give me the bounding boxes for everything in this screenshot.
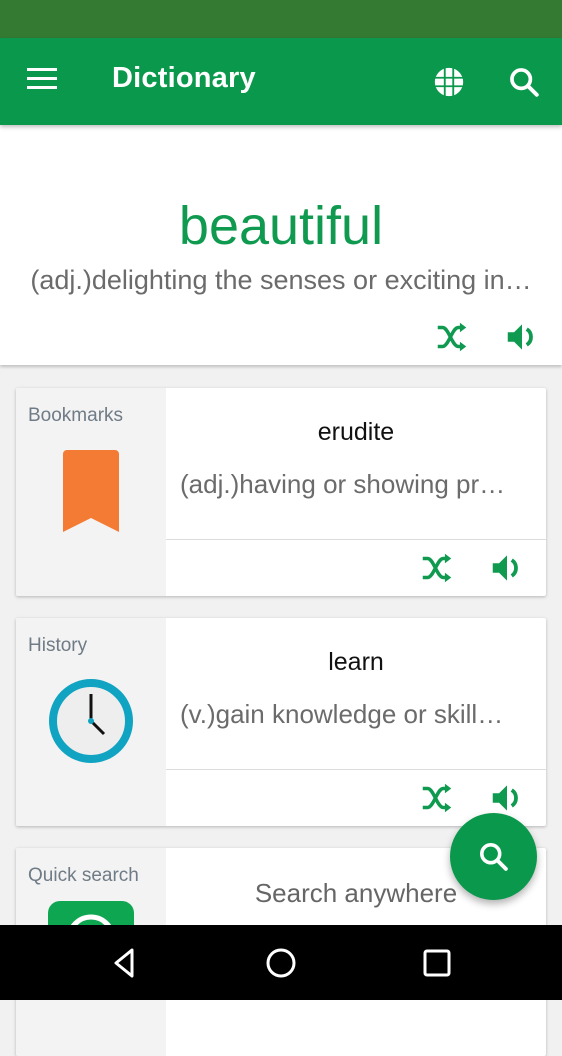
featured-definition: (adj.)delighting the senses or exciting … — [30, 265, 532, 295]
divider — [166, 769, 546, 770]
card-sidebar: History — [16, 618, 166, 826]
featured-word: beautiful — [178, 196, 384, 256]
divider — [166, 539, 546, 540]
card-sidebar: Bookmarks — [16, 388, 166, 596]
app-bar: Dictionary — [0, 38, 562, 125]
back-icon[interactable] — [106, 945, 146, 981]
speaker-icon[interactable] — [488, 549, 526, 587]
app-title: Dictionary — [112, 62, 256, 94]
bookmark-icon — [63, 450, 119, 532]
globe-icon[interactable] — [432, 65, 466, 99]
card-definition: (adj.)having or showing pr… — [180, 469, 506, 499]
card-label: Bookmarks — [28, 405, 124, 426]
status-bar — [0, 0, 562, 38]
card-word: erudite — [317, 418, 395, 446]
menu-icon[interactable] — [27, 68, 59, 94]
shuffle-icon[interactable] — [418, 779, 456, 817]
search-fab[interactable] — [450, 813, 537, 900]
speaker-icon[interactable] — [503, 318, 541, 356]
system-nav-bar — [0, 925, 562, 1000]
shuffle-icon[interactable] — [433, 318, 471, 356]
card-word: learn — [328, 648, 384, 676]
search-icon — [480, 843, 508, 871]
card-label: History — [28, 635, 88, 656]
card-label: Quick search — [28, 865, 139, 886]
bookmarks-card[interactable]: Bookmarks erudite (adj.)having or showin… — [16, 388, 546, 596]
speaker-icon[interactable] — [488, 779, 526, 817]
clock-icon — [49, 679, 133, 763]
word-of-the-day-card[interactable]: beautiful (adj.)delighting the senses or… — [0, 125, 562, 365]
home-icon[interactable] — [261, 945, 301, 981]
search-icon[interactable] — [507, 65, 541, 99]
card-definition: (v.)gain knowledge or skill… — [180, 699, 504, 729]
history-card[interactable]: History learn (v.)gain knowledge or skil… — [16, 618, 546, 826]
shuffle-icon[interactable] — [418, 549, 456, 587]
recents-icon[interactable] — [417, 945, 457, 981]
